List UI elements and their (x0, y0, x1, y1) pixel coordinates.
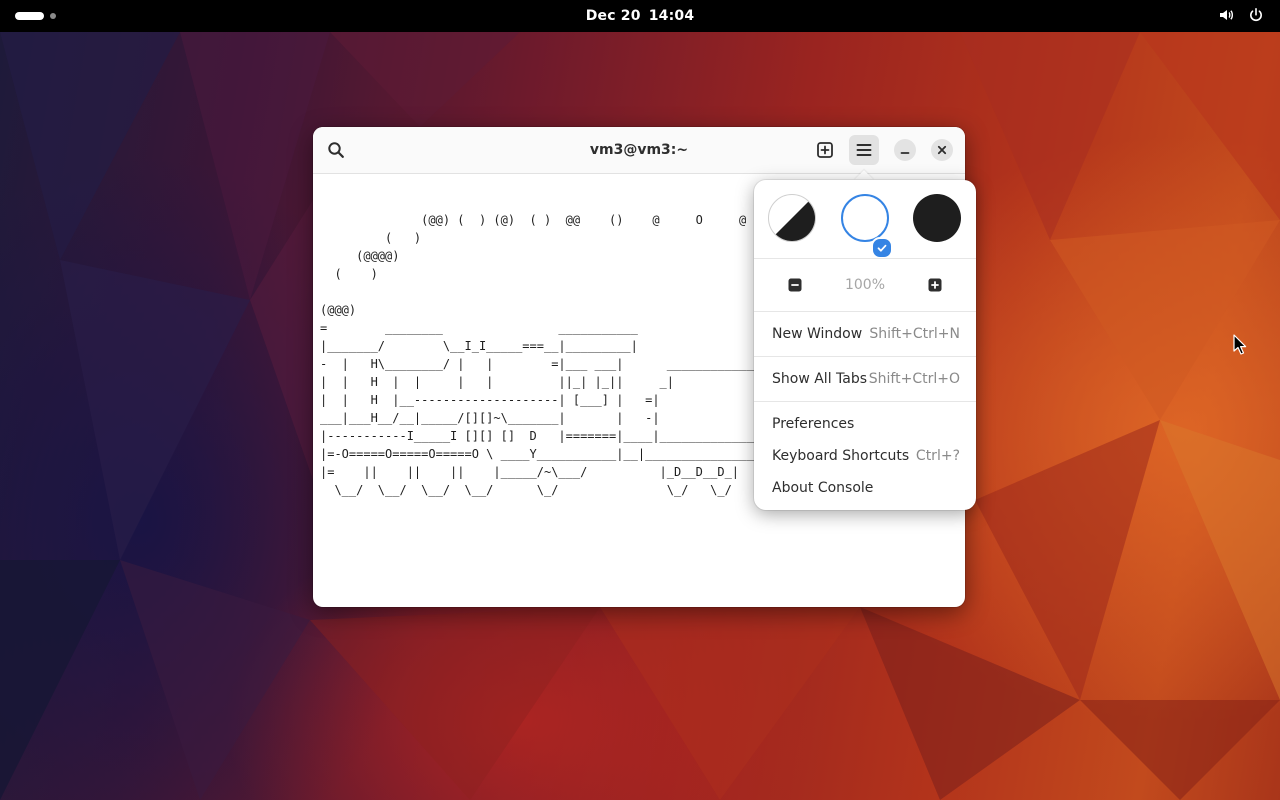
zoom-in-button[interactable] (927, 277, 943, 293)
minimize-button[interactable] (894, 139, 916, 161)
top-bar: Dec 20 14:04 (0, 0, 1280, 32)
menu-item-label: Show All Tabs (772, 371, 868, 387)
close-button[interactable] (931, 139, 953, 161)
menu-item-show-all-tabs[interactable]: Show All Tabs Shift+Ctrl+O (772, 367, 960, 391)
volume-icon[interactable] (1218, 7, 1234, 23)
mouse-pointer-icon (1233, 334, 1247, 360)
theme-light-button[interactable] (841, 194, 889, 242)
theme-system-button[interactable] (768, 194, 816, 242)
menu-item-new-window[interactable]: New Window Shift+Ctrl+N (772, 322, 960, 346)
main-menu-popover: 100% New Window Shift+Ctrl+N Show All Ta… (754, 180, 976, 510)
menu-item-keyboard-shortcuts[interactable]: Keyboard Shortcuts Ctrl+? (772, 444, 960, 468)
clock[interactable]: Dec 20 14:04 (0, 0, 1280, 32)
new-tab-icon (817, 142, 833, 158)
hamburger-menu-icon (856, 144, 872, 156)
menu-separator (754, 401, 976, 402)
system-tray[interactable] (1218, 7, 1264, 23)
clock-date: Dec 20 (585, 8, 641, 24)
menu-item-label: New Window (772, 326, 863, 342)
menu-item-accel: Shift+Ctrl+O (868, 371, 960, 387)
menu-item-label: Preferences (772, 416, 855, 432)
menu-item-label: About Console (772, 480, 874, 496)
menu-separator (754, 356, 976, 357)
half-contrast-icon (775, 201, 815, 241)
main-menu-button[interactable] (849, 135, 879, 165)
menu-item-accel: Shift+Ctrl+N (869, 326, 960, 342)
zoom-controls: 100% (754, 270, 976, 300)
theme-dark-button[interactable] (913, 194, 961, 242)
menu-item-preferences[interactable]: Preferences (772, 412, 960, 436)
selected-check-icon (871, 237, 893, 259)
menu-item-label: Keyboard Shortcuts (772, 448, 910, 464)
minimize-icon (900, 152, 910, 154)
zoom-in-icon (928, 278, 942, 292)
close-icon (937, 145, 947, 155)
power-icon[interactable] (1248, 7, 1264, 23)
menu-separator (754, 258, 976, 259)
menu-item-accel: Ctrl+? (915, 448, 960, 464)
menu-item-about-console[interactable]: About Console (772, 476, 960, 500)
new-tab-button[interactable] (810, 135, 840, 165)
menu-separator (754, 311, 976, 312)
clock-time: 14:04 (648, 8, 695, 24)
header-bar[interactable]: vm3@vm3:~ (313, 127, 965, 174)
theme-selector (754, 194, 976, 259)
